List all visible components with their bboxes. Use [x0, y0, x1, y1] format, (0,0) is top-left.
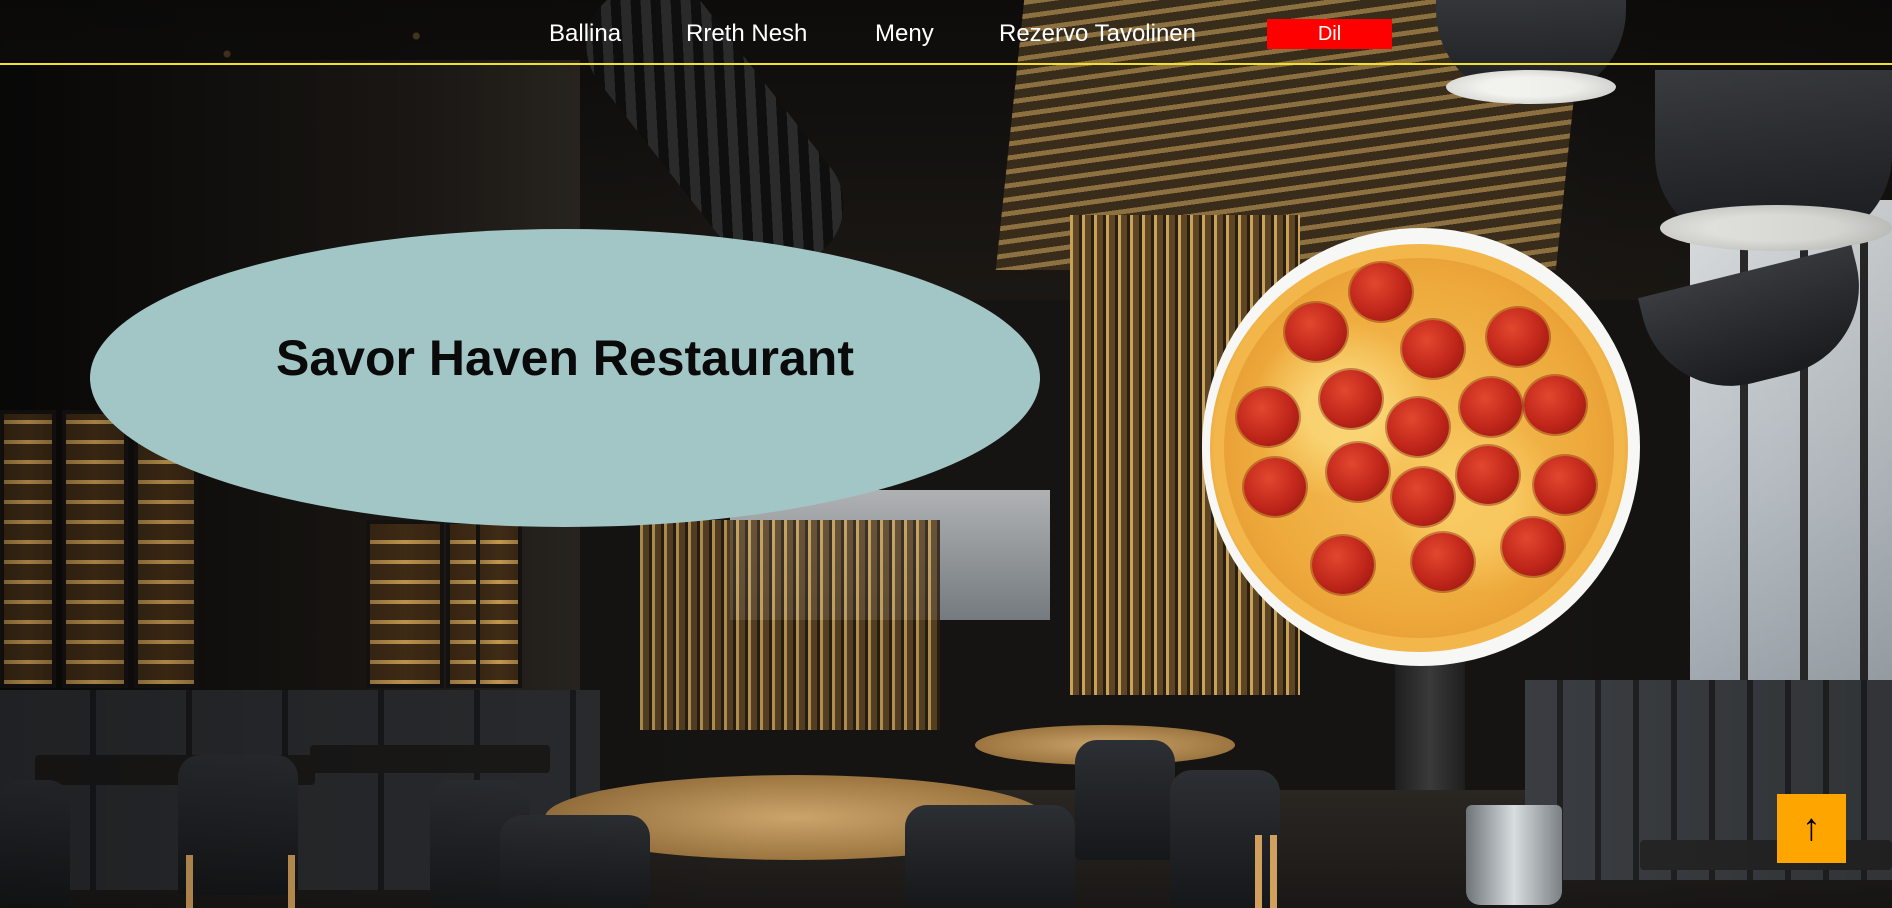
- language-button[interactable]: Dil: [1267, 19, 1392, 49]
- pepperoni: [1320, 370, 1382, 428]
- nav-link-about[interactable]: Rreth Nesh: [686, 20, 807, 48]
- hero-section: Ballina Rreth Nesh Meny Rezervo Tavoline…: [0, 0, 1892, 908]
- pepperoni: [1534, 456, 1596, 514]
- pepperoni: [1244, 458, 1306, 516]
- pepperoni: [1487, 308, 1549, 366]
- pepperoni: [1237, 388, 1299, 446]
- nav-link-menu[interactable]: Meny: [875, 20, 934, 48]
- pepperoni: [1460, 378, 1522, 436]
- pepperoni: [1524, 376, 1586, 434]
- nav-link-reserve-table[interactable]: Rezervo Tavolinen: [999, 20, 1196, 48]
- pepperoni: [1285, 303, 1347, 361]
- pepperoni: [1327, 443, 1389, 501]
- title-ellipse: Savor Haven Restaurant: [90, 229, 1040, 527]
- pizza-image: [1202, 228, 1640, 666]
- pepperoni: [1402, 320, 1464, 378]
- pepperoni: [1392, 468, 1454, 526]
- pepperoni: [1312, 536, 1374, 594]
- pepperoni: [1502, 518, 1564, 576]
- restaurant-title: Savor Haven Restaurant: [275, 330, 854, 386]
- pepperoni: [1457, 446, 1519, 504]
- main-navigation: Ballina Rreth Nesh Meny Rezervo Tavoline…: [0, 0, 1892, 65]
- pepperoni: [1412, 533, 1474, 591]
- pepperoni: [1387, 398, 1449, 456]
- back-to-top-button[interactable]: ↑: [1777, 794, 1846, 863]
- nav-link-home[interactable]: Ballina: [549, 20, 621, 48]
- pepperoni: [1350, 263, 1412, 321]
- arrow-up-icon: ↑: [1802, 807, 1821, 849]
